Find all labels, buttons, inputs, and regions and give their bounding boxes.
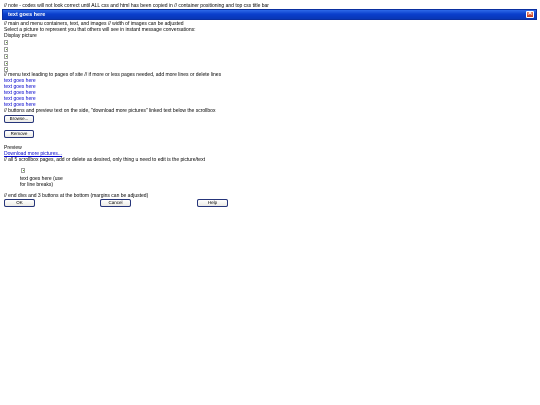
scrollbox-picture[interactable] — [21, 168, 25, 173]
help-button[interactable]: Help — [197, 199, 228, 207]
scrollbox-note: // all 5 scrollbox pages, add or delete … — [4, 157, 205, 163]
window-titlebar: text goes here ✕ — [2, 9, 537, 20]
picture-thumbnail-3[interactable] — [4, 54, 8, 59]
window-title: text goes here — [8, 12, 46, 18]
menu-text-note: // menu text leading to pages of site //… — [4, 72, 222, 78]
ok-button[interactable]: OK — [4, 199, 35, 207]
remove-button[interactable]: Remove — [4, 130, 34, 138]
scrollbox-text-line2: for line breaks) — [20, 182, 54, 188]
display-picture-label: Display picture — [4, 33, 37, 39]
browse-button[interactable]: Browse... — [4, 115, 34, 123]
picture-thumbnail-1[interactable] — [4, 40, 8, 45]
picture-thumbnail-2[interactable] — [4, 47, 8, 52]
cancel-button[interactable]: Cancel — [100, 199, 131, 207]
close-icon[interactable]: ✕ — [526, 11, 534, 18]
buttons-preview-note: // buttons and preview text on the side,… — [4, 108, 216, 114]
picture-thumbnail-4[interactable] — [4, 61, 8, 66]
